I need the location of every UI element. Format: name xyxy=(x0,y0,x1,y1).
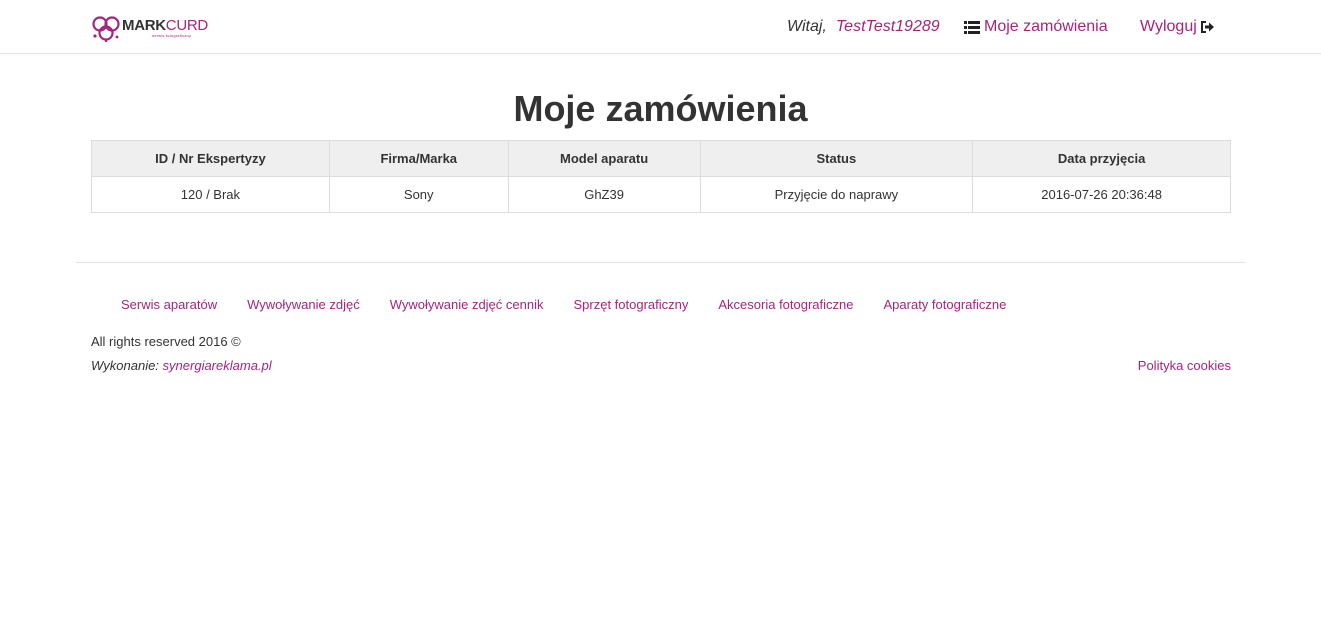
list-icon xyxy=(964,20,980,34)
column-header-status: Status xyxy=(699,140,974,177)
logo-text: MARKCURD serwis fotograficzny xyxy=(122,18,208,38)
logo-icon xyxy=(92,16,120,42)
sign-out-icon xyxy=(1200,21,1214,33)
column-header-id: ID / Nr Ekspertyzy xyxy=(91,140,330,177)
logo-word-2: CURD xyxy=(165,17,208,34)
orders-table: ID / Nr Ekspertyzy Firma/Marka Model apa… xyxy=(91,140,1231,213)
table-row: 120 / Brak Sony GhZ39 Przyjęcie do napra… xyxy=(91,176,1231,213)
cell-date: 2016-07-26 20:36:48 xyxy=(972,176,1231,213)
logo-word-1: MARK xyxy=(122,17,166,34)
cell-brand: Sony xyxy=(328,176,509,213)
made-by-label: Wykonanie: xyxy=(91,358,159,373)
footer-link-photo-equipment[interactable]: Sprzęt fotograficzny xyxy=(573,297,688,312)
footer-divider xyxy=(76,262,1246,263)
footer-link-photo-developing-prices[interactable]: Wywoływanie zdjęć cennik xyxy=(390,297,544,312)
logo-tagline: serwis fotograficzny xyxy=(152,33,192,38)
nav-my-orders-label: Moje zamówienia xyxy=(984,18,1108,35)
footer-nav: Serwis aparatów Wywoływanie zdjęć Wywoły… xyxy=(121,297,1036,312)
cell-status: Przyjęcie do naprawy xyxy=(699,176,974,213)
table-header-row: ID / Nr Ekspertyzy Firma/Marka Model apa… xyxy=(91,140,1231,177)
username: TestTest19289 xyxy=(835,18,940,35)
brand-logo[interactable]: MARKCURD serwis fotograficzny xyxy=(91,13,208,43)
nav-my-orders-link[interactable]: Moje zamówienia xyxy=(964,18,1108,36)
greeting: Witaj, TestTest19289 xyxy=(787,18,940,36)
column-header-date: Data przyjęcia xyxy=(972,140,1231,177)
logout-label: Wyloguj xyxy=(1140,18,1197,35)
cell-id: 120 / Brak xyxy=(91,176,330,213)
page-title: Moje zamówienia xyxy=(513,88,808,129)
column-header-brand: Firma/Marka xyxy=(328,140,509,177)
column-header-model: Model aparatu xyxy=(507,140,701,177)
footer-link-cameras[interactable]: Aparaty fotograficzne xyxy=(884,297,1007,312)
cookies-policy-link[interactable]: Polityka cookies xyxy=(1138,358,1231,373)
footer-link-photo-accessories[interactable]: Akcesoria fotograficzne xyxy=(718,297,853,312)
cell-model: GhZ39 xyxy=(507,176,701,213)
made-by-link[interactable]: synergiareklama.pl xyxy=(163,358,272,373)
copyright-text: All rights reserved 2016 © xyxy=(91,334,241,349)
footer-link-photo-developing[interactable]: Wywoływanie zdjęć xyxy=(247,297,360,312)
made-by: Wykonanie: synergiareklama.pl xyxy=(91,358,272,373)
greeting-text: Witaj, xyxy=(787,18,827,35)
logout-link[interactable]: Wyloguj xyxy=(1140,18,1215,36)
footer-link-camera-service[interactable]: Serwis aparatów xyxy=(121,297,217,312)
navbar: MARKCURD serwis fotograficzny Witaj, Test… xyxy=(0,0,1321,54)
